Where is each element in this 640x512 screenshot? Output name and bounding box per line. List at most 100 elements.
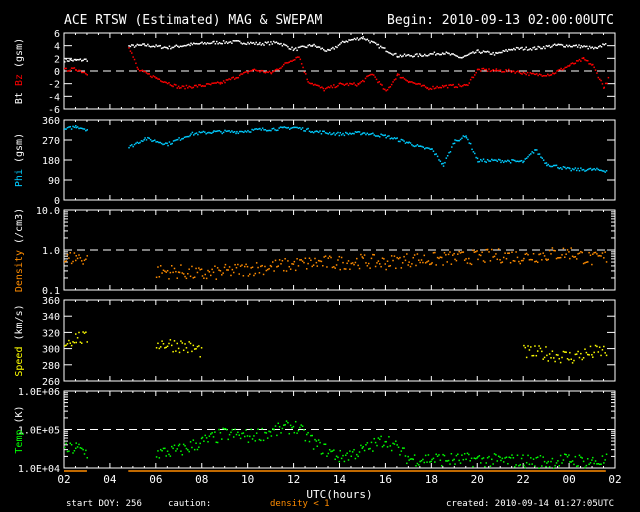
data-point xyxy=(278,67,281,70)
data-point xyxy=(247,441,250,443)
data-point xyxy=(411,81,413,83)
data-point xyxy=(518,465,520,467)
data-point xyxy=(232,76,235,79)
data-point xyxy=(155,44,157,46)
y-axis-label-part: Phi xyxy=(14,169,25,187)
data-point xyxy=(317,84,319,87)
data-point xyxy=(397,446,400,449)
data-point xyxy=(524,466,527,469)
data-point xyxy=(137,44,140,46)
data-point xyxy=(374,265,377,268)
caution-label: caution: xyxy=(168,499,211,509)
data-point xyxy=(368,74,371,77)
data-point xyxy=(346,262,348,265)
data-point xyxy=(561,462,563,464)
y-tick-label: 340 xyxy=(42,312,60,323)
data-point xyxy=(561,254,563,256)
data-point xyxy=(528,463,531,466)
data-point xyxy=(413,254,416,256)
data-point xyxy=(500,261,502,264)
data-point xyxy=(514,48,516,51)
data-point xyxy=(172,46,175,49)
data-point xyxy=(406,462,408,465)
data-point xyxy=(211,268,213,271)
data-point xyxy=(324,50,326,52)
data-point xyxy=(221,132,223,135)
data-point xyxy=(467,84,469,87)
data-point xyxy=(166,345,169,348)
data-point xyxy=(385,440,387,443)
data-point xyxy=(185,277,188,280)
data-point xyxy=(69,342,72,344)
data-point xyxy=(319,86,322,89)
data-point xyxy=(174,45,176,47)
data-point xyxy=(292,263,295,265)
data-point xyxy=(153,46,156,48)
data-point xyxy=(342,132,344,135)
data-point xyxy=(64,260,66,263)
y-tick-label: 4 xyxy=(54,42,60,53)
data-point xyxy=(477,258,479,261)
data-point xyxy=(230,431,232,434)
data-point xyxy=(575,258,578,260)
data-point xyxy=(451,146,453,148)
data-point xyxy=(78,443,80,446)
data-point xyxy=(465,458,467,461)
data-point xyxy=(461,57,463,59)
data-point xyxy=(204,273,207,276)
data-point xyxy=(322,452,324,455)
data-point xyxy=(492,51,494,54)
data-point xyxy=(65,128,67,130)
data-point xyxy=(321,47,324,50)
data-point xyxy=(564,66,566,69)
data-point xyxy=(459,56,461,59)
data-point xyxy=(206,42,209,44)
y-tick-label: 1.0E+04 xyxy=(18,464,60,475)
data-point xyxy=(224,42,226,44)
data-point xyxy=(489,465,492,467)
data-point xyxy=(568,251,570,253)
data-point xyxy=(602,43,604,45)
data-point xyxy=(270,435,273,437)
data-point xyxy=(409,458,412,460)
data-point xyxy=(527,155,529,158)
data-point xyxy=(213,40,215,43)
data-point xyxy=(335,264,338,266)
data-point xyxy=(357,83,360,86)
data-point xyxy=(547,258,550,261)
data-point xyxy=(398,73,400,76)
data-point xyxy=(241,73,244,75)
data-point xyxy=(419,145,422,147)
data-point xyxy=(575,465,578,468)
data-point xyxy=(176,448,178,450)
data-point xyxy=(405,79,407,81)
data-point xyxy=(180,264,182,266)
data-point xyxy=(503,50,506,52)
data-point xyxy=(381,257,384,259)
data-point xyxy=(359,38,361,40)
data-point xyxy=(159,141,162,144)
data-point xyxy=(133,46,136,48)
data-point xyxy=(502,461,505,463)
data-point xyxy=(477,161,479,163)
data-point xyxy=(182,45,184,47)
data-point xyxy=(261,127,264,129)
data-point xyxy=(147,136,149,139)
y-axis-label-part: (gsm) xyxy=(14,133,25,169)
data-point xyxy=(532,252,535,255)
data-point xyxy=(571,460,574,462)
data-point xyxy=(604,251,606,253)
data-point xyxy=(159,80,162,82)
data-point xyxy=(429,87,431,90)
data-point xyxy=(293,48,296,50)
data-point xyxy=(288,48,291,50)
data-point xyxy=(586,458,589,460)
data-point xyxy=(323,130,325,133)
data-point xyxy=(231,130,233,132)
data-point xyxy=(277,42,280,45)
data-point xyxy=(288,128,291,130)
data-point xyxy=(329,49,331,51)
data-point xyxy=(175,139,178,141)
y-tick-label: 300 xyxy=(42,345,60,356)
data-point xyxy=(431,148,433,150)
